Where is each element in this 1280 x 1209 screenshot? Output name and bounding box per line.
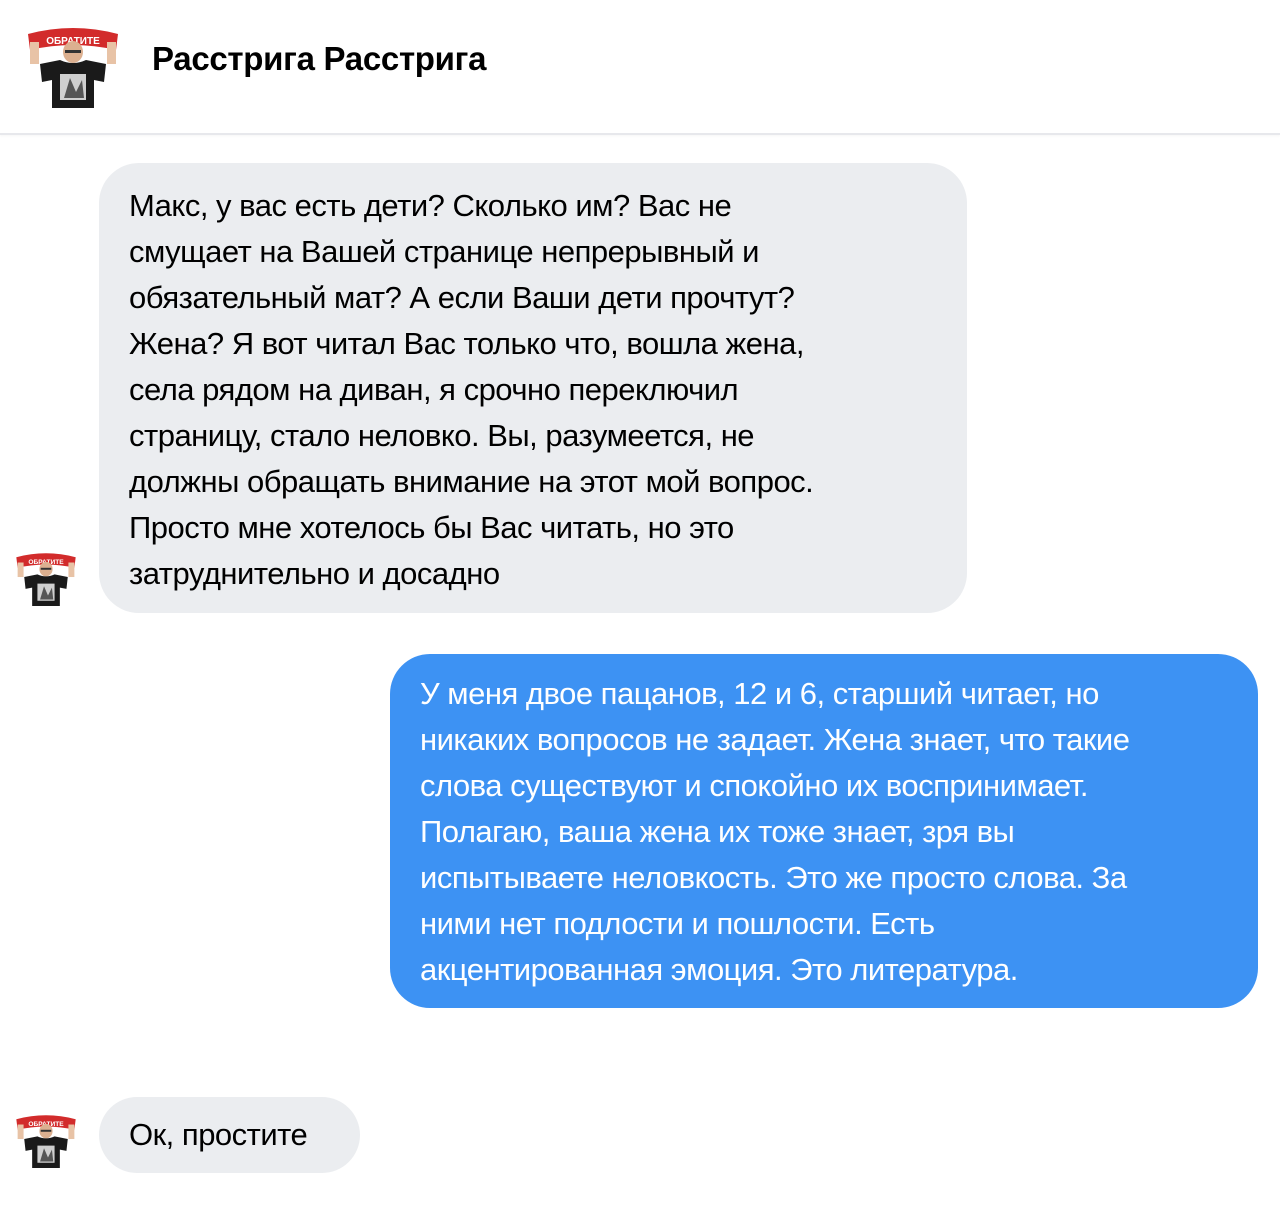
message-bubble-incoming[interactable]: Ок, простите <box>99 1097 360 1173</box>
chat-header: ОБРАТИТЕ Расстрига Расстрига <box>0 0 1280 135</box>
avatar-man-red-banner-icon: ОБРАТИТЕ <box>16 553 76 607</box>
message-bubble-incoming[interactable]: Макс, у вас есть дети? Сколько им? Вас н… <box>99 163 967 613</box>
sender-avatar[interactable]: ОБРАТИТЕ <box>15 548 77 610</box>
avatar-man-red-banner-icon: ОБРАТИТЕ <box>28 28 118 108</box>
contact-name[interactable]: Расстрига Расстрига <box>152 40 486 78</box>
sender-avatar[interactable]: ОБРАТИТЕ <box>15 1110 77 1172</box>
contact-avatar[interactable]: ОБРАТИТЕ <box>26 20 120 114</box>
avatar-man-red-banner-icon: ОБРАТИТЕ <box>16 1115 76 1169</box>
message-bubble-outgoing[interactable]: У меня двое пацанов, 12 и 6, старший чит… <box>390 654 1258 1008</box>
